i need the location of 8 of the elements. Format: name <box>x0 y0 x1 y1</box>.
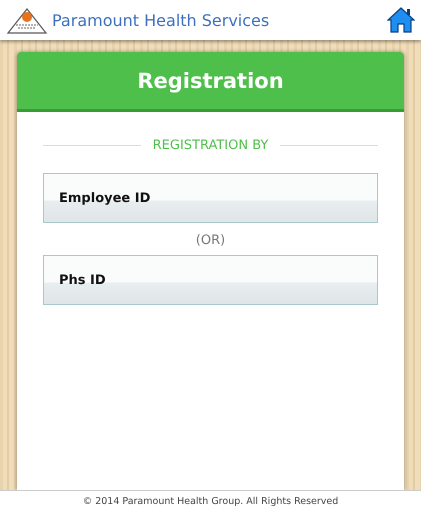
app-title: Paramount Health Services <box>52 10 270 30</box>
option-button[interactable]: Employee ID <box>43 173 378 223</box>
section-label: REGISTRATION BY <box>152 138 268 153</box>
option-button[interactable]: Phs ID <box>43 255 378 305</box>
copyright-text: © 2014 Paramount Health Group. All Rights Reserved <box>82 496 338 507</box>
home-icon[interactable] <box>387 7 415 33</box>
separator-text: (OR) <box>194 233 226 248</box>
card-header: Registration <box>17 52 404 112</box>
